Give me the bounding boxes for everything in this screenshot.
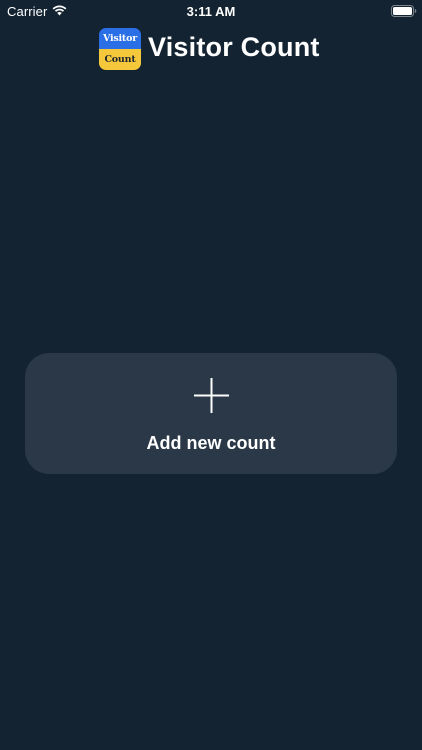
status-bar: Carrier 3:11 AM (0, 0, 422, 22)
app-header: Visitor Count Visitor Count (0, 28, 422, 72)
battery-full-icon (391, 5, 417, 17)
status-time: 3:11 AM (186, 4, 236, 19)
add-new-count-button[interactable]: Add new count (25, 353, 397, 474)
logo-top-text: Visitor (99, 28, 141, 49)
app-title: Visitor Count (148, 32, 320, 62)
add-new-count-label: Add new count (146, 433, 276, 453)
app-logo: Visitor Count (99, 28, 141, 70)
plus-icon (194, 378, 229, 413)
logo-bottom-text: Count (99, 49, 141, 70)
